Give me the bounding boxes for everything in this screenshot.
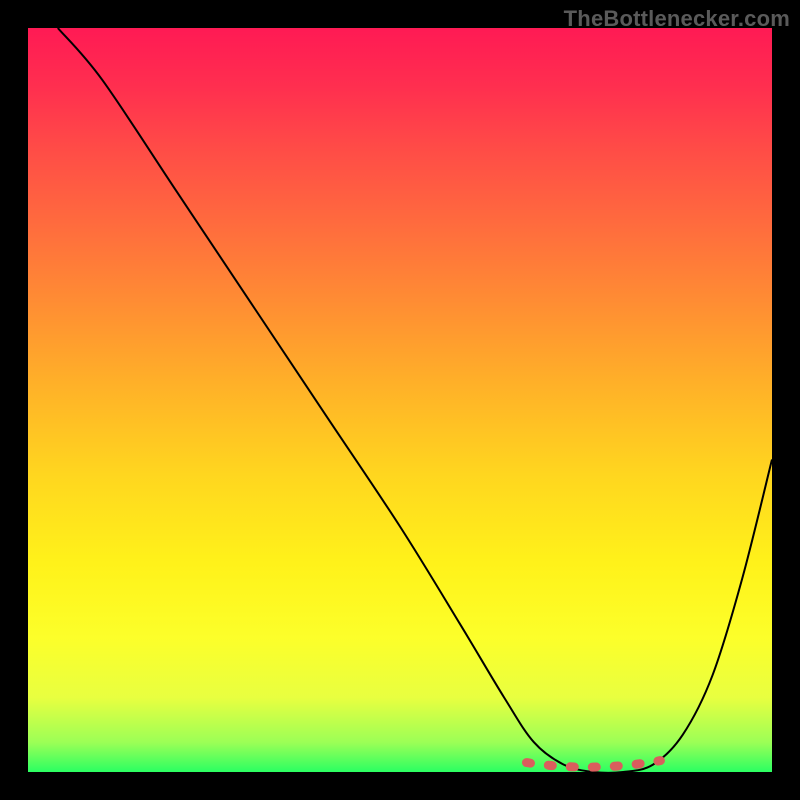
optimal-range-markers [527,761,661,768]
plot-area [28,28,772,772]
chart-overlay [28,28,772,772]
bottleneck-curve [58,28,772,772]
chart-container: TheBottlenecker.com [0,0,800,800]
